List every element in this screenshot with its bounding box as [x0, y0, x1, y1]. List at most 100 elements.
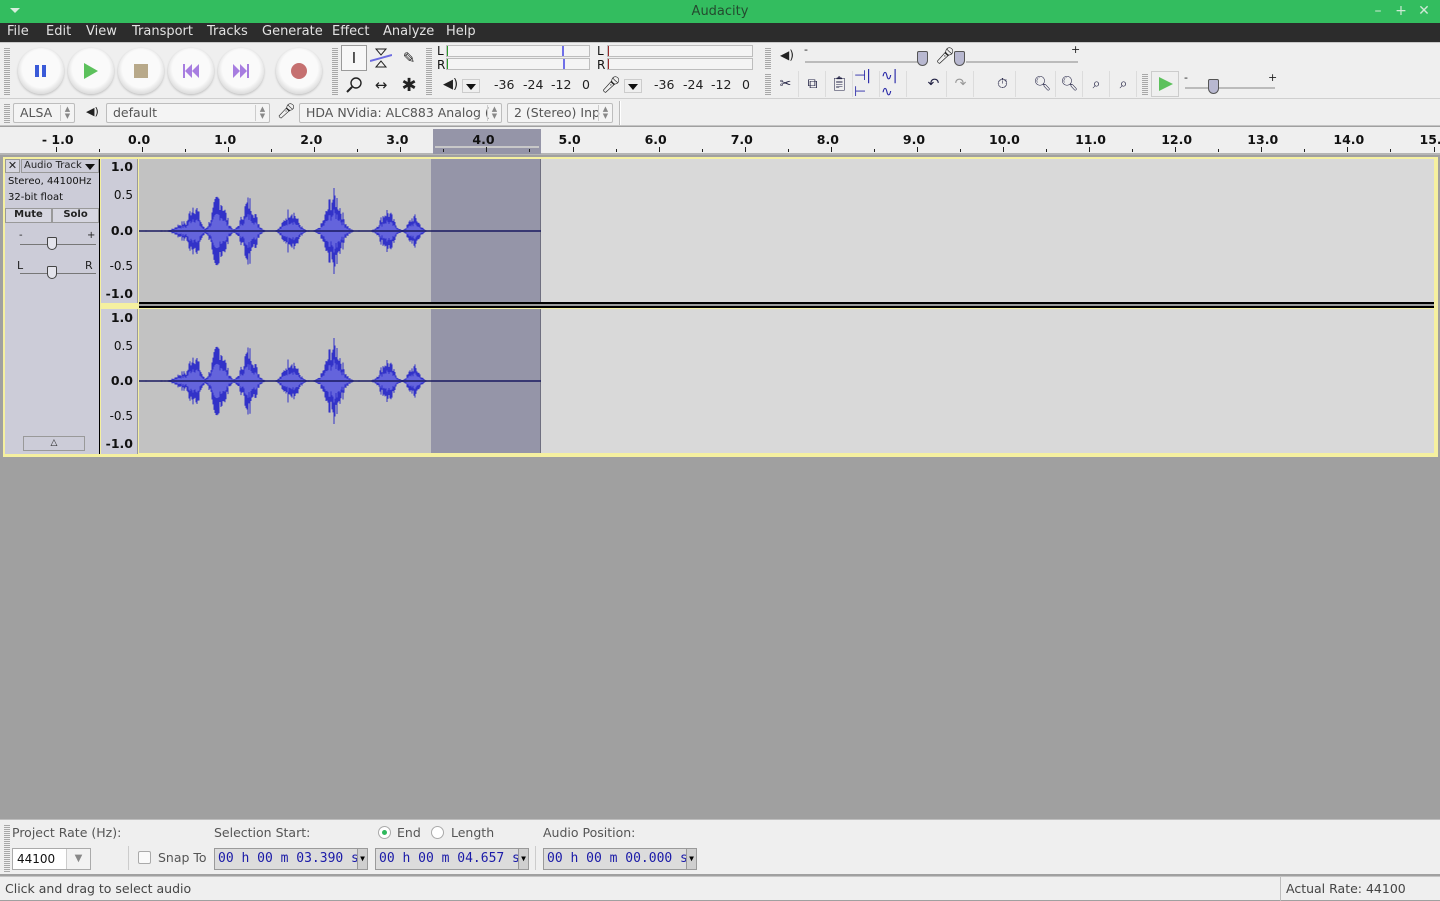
pan-slider[interactable] [20, 273, 96, 274]
recording-device-select[interactable]: HDA NVidia: ALC883 Analog (▲▼ [299, 103, 502, 123]
record-scale-tick: -24 [683, 77, 703, 92]
tools-toolbar-grip[interactable] [332, 47, 338, 95]
menu-tracks[interactable]: Tracks [207, 24, 248, 39]
ruler-tick-label: 1.0 [214, 132, 236, 147]
play-at-speed-button[interactable] [1151, 71, 1179, 97]
transport-toolbar-grip[interactable] [4, 47, 10, 95]
ruler-minor-tick [1218, 149, 1219, 152]
collapse-track-button[interactable]: △ [23, 436, 85, 451]
maximize-button[interactable]: + [1392, 3, 1410, 19]
close-track-button[interactable]: ✕ [5, 159, 20, 173]
mixer-toolbar-grip[interactable] [765, 47, 771, 69]
play-speed-slider[interactable] [1185, 87, 1275, 89]
undo-button[interactable]: ↶ [921, 71, 947, 97]
recording-channels-select[interactable]: 2 (Stereo) Inp▲▼ [507, 103, 613, 123]
selection-tool[interactable]: I [341, 45, 367, 71]
record-button[interactable] [276, 48, 322, 94]
cut-button[interactable]: ✂ [773, 71, 799, 97]
vertical-ruler-right[interactable]: 1.0 0.5 0.0 -0.5 -1.0 [101, 309, 138, 454]
pause-button[interactable] [18, 48, 64, 94]
playback-meter-menu-button[interactable] [462, 79, 480, 93]
selection-end-field[interactable]: 00 h 00 m 04.657 s▼ [375, 848, 529, 870]
playback-meter-right[interactable] [446, 58, 590, 70]
project-rate-combo[interactable]: 44100 ▼ [12, 848, 91, 870]
stopwatch-icon: ⏱ [997, 76, 1008, 92]
menu-generate[interactable]: Generate [262, 24, 323, 39]
zoom-tool[interactable] [341, 72, 367, 98]
skip-to-start-button[interactable] [168, 48, 214, 94]
audio-position-field[interactable]: 00 h 00 m 00.000 s▼ [543, 848, 697, 870]
zoom-in-button[interactable]: 🔍︎ [1030, 71, 1056, 97]
menu-transport[interactable]: Transport [132, 24, 193, 39]
snap-to-checkbox[interactable] [138, 851, 151, 864]
record-meter-right[interactable] [607, 58, 753, 70]
fit-selection-button[interactable]: ⌕ [1084, 71, 1110, 97]
redo-button[interactable]: ↷ [948, 71, 974, 97]
copy-button[interactable]: ⧉ [800, 71, 826, 97]
ruler-tick-label: - 1.0 [42, 132, 74, 147]
record-meter-menu-button[interactable] [624, 79, 642, 93]
time-shift-tool[interactable]: ↔ [368, 72, 394, 98]
solo-button[interactable]: Solo [52, 208, 99, 223]
zoom-out-button[interactable]: 🔍︎ [1057, 71, 1083, 97]
waveform-channel-right[interactable] [139, 309, 1434, 453]
minimize-button[interactable]: – [1369, 3, 1387, 19]
playback-volume-thumb[interactable] [917, 51, 928, 66]
mute-button[interactable]: Mute [5, 208, 52, 223]
vertical-ruler-left[interactable]: 1.0 0.5 0.0 -0.5 -1.0 [101, 159, 138, 303]
pan-thumb[interactable] [47, 266, 57, 279]
audio-host-select[interactable]: ALSA▲▼ [13, 103, 75, 123]
spin-arrows-icon: ▲▼ [60, 105, 74, 121]
meter-toolbar-grip[interactable] [426, 47, 432, 95]
play-speed-thumb[interactable] [1208, 79, 1219, 94]
menu-file[interactable]: File [7, 24, 29, 39]
menu-help[interactable]: Help [446, 24, 476, 39]
double-arrow-icon: ↔ [375, 76, 388, 94]
play-at-speed-grip[interactable] [1142, 73, 1148, 95]
waveform-channel-left[interactable] [139, 159, 1434, 303]
fit-project-button[interactable]: ⌕ [1111, 71, 1137, 97]
track-format: Stereo, 44100Hz [8, 176, 92, 187]
end-radio[interactable] [378, 826, 391, 839]
menu-edit[interactable]: Edit [46, 24, 71, 39]
record-volume-thumb[interactable] [954, 51, 965, 66]
menu-analyze[interactable]: Analyze [383, 24, 434, 39]
paste-button[interactable]: 📋︎ [827, 71, 853, 97]
ruler-minor-tick [443, 149, 444, 152]
envelope-tool[interactable] [368, 45, 394, 71]
menu-view[interactable]: View [86, 24, 117, 39]
record-meter-left[interactable] [607, 45, 753, 57]
length-radio[interactable] [431, 826, 444, 839]
vruler-label: 0.5 [114, 339, 133, 353]
playback-volume-slider[interactable] [805, 61, 923, 63]
sync-lock-button[interactable]: ⏱ [990, 71, 1016, 97]
trim-button[interactable]: ⊣|⊢ [854, 71, 880, 97]
track-name-menu[interactable]: Audio Track [21, 159, 99, 173]
audio-position-label: Audio Position: [543, 825, 635, 840]
record-volume-slider[interactable] [966, 61, 1078, 63]
selection-start-field[interactable]: 00 h 00 m 03.390 s▼ [214, 848, 368, 870]
selection-toolbar-grip[interactable] [4, 824, 10, 872]
dropdown-arrow-icon: ▼ [686, 849, 696, 869]
playback-device-value: default [113, 105, 157, 120]
skip-to-end-button[interactable] [218, 48, 264, 94]
gain-thumb[interactable] [47, 237, 57, 250]
close-window-button[interactable]: ✕ [1415, 3, 1433, 19]
gain-slider[interactable] [20, 244, 96, 245]
multi-tool[interactable]: ✱ [396, 72, 422, 98]
playback-meter-left[interactable] [446, 45, 590, 57]
edit-toolbar-grip[interactable] [765, 73, 771, 95]
playback-device-select[interactable]: default▲▼ [106, 103, 270, 123]
timeline-ruler[interactable]: - 1.00.01.02.03.04.05.06.07.08.09.010.01… [0, 127, 1440, 155]
play-button[interactable] [68, 48, 114, 94]
ruler-minor-tick [529, 149, 530, 152]
pencil-icon: ✎ [403, 49, 416, 67]
window-title: Audacity [0, 4, 1440, 19]
magnifier-icon [345, 76, 363, 94]
menu-effect[interactable]: Effect [332, 24, 369, 39]
draw-tool[interactable]: ✎ [396, 45, 422, 71]
stop-button[interactable] [118, 48, 164, 94]
play-icon [1158, 76, 1174, 92]
device-toolbar-grip[interactable] [4, 103, 10, 123]
silence-button[interactable]: ∿|∿ [881, 71, 907, 97]
